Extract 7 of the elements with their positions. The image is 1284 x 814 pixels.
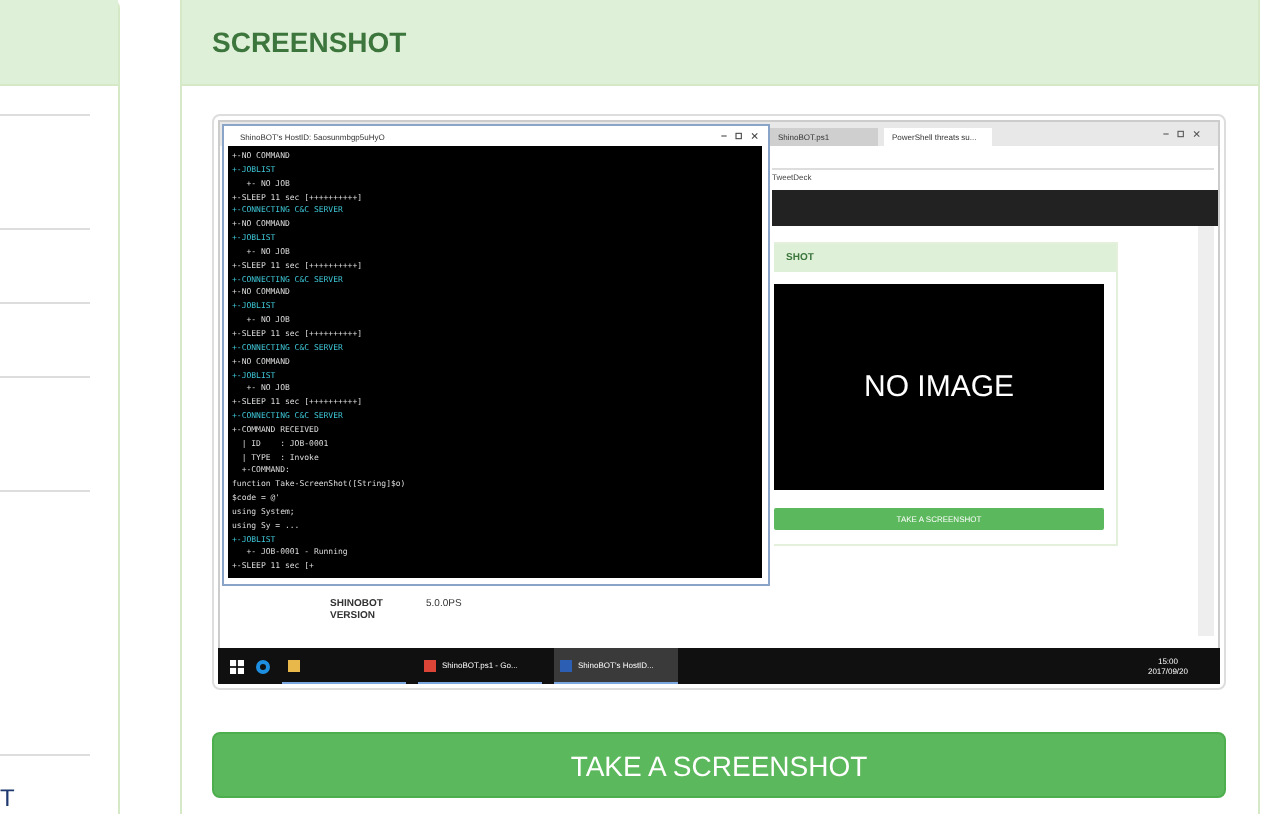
scrollbar[interactable]	[1198, 226, 1214, 636]
card-title: SCREENSHOT	[212, 26, 407, 58]
window-controls-icon[interactable]	[720, 132, 760, 140]
placeholder-text: NO IMAGE	[863, 370, 1014, 404]
window-controls-icon[interactable]	[1162, 130, 1202, 138]
panel-text: T	[0, 784, 15, 812]
windows-icon[interactable]	[230, 659, 244, 673]
